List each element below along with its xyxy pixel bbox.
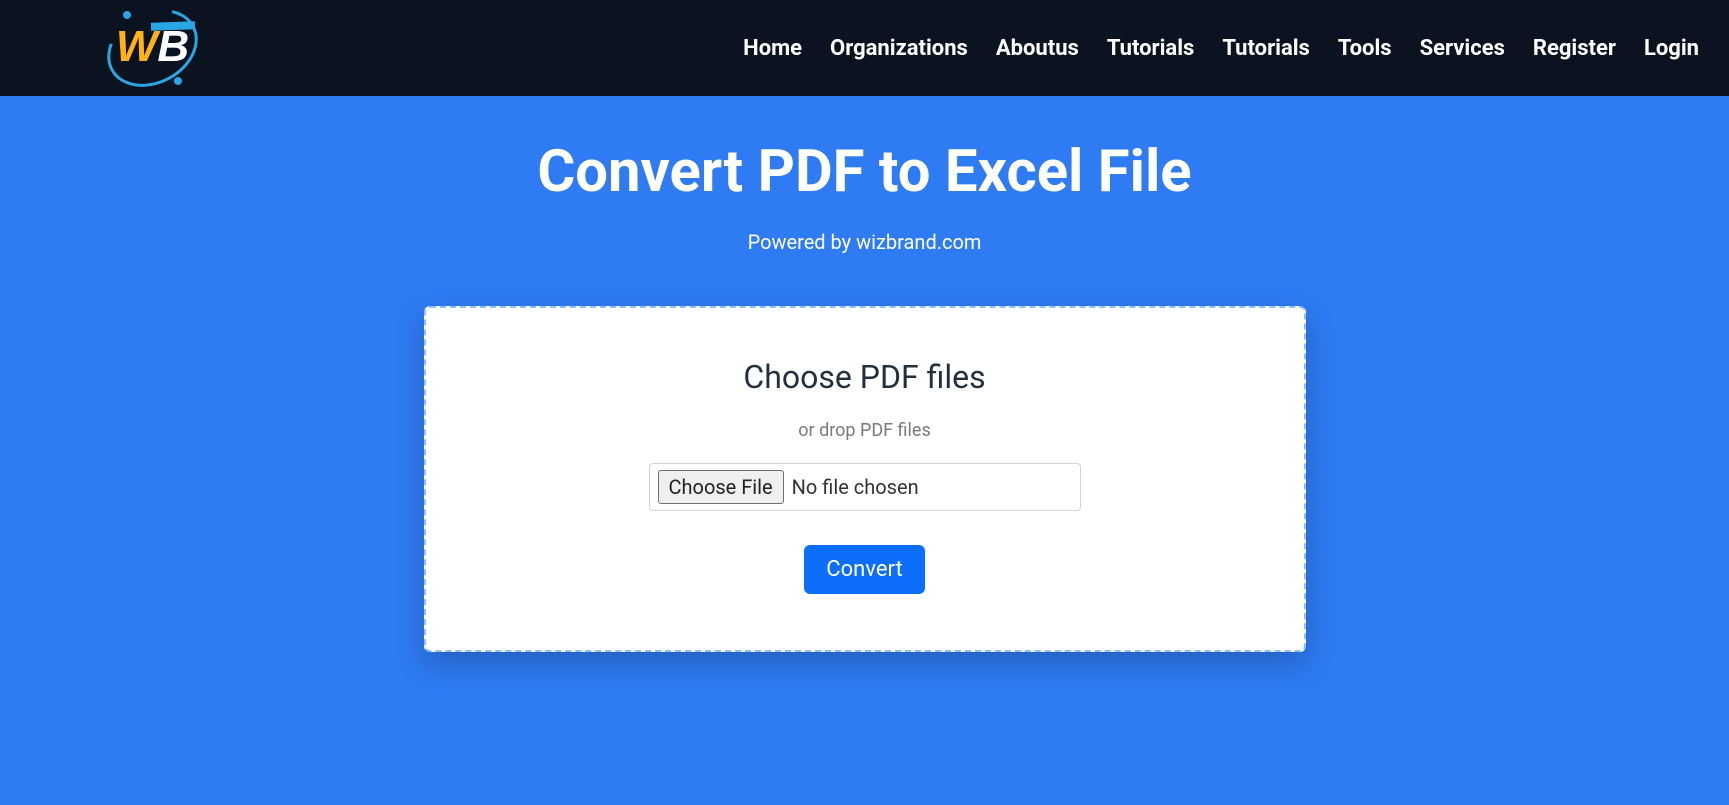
nav-tutorials-1[interactable]: Tutorials [1107,36,1195,61]
nav-register[interactable]: Register [1533,36,1616,61]
nav-services[interactable]: Services [1420,36,1505,61]
nav-aboutus[interactable]: Aboutus [996,36,1079,61]
nav-links: Home Organizations Aboutus Tutorials Tut… [743,36,1699,61]
card-heading: Choose PDF files [456,358,1274,396]
navbar: WB Home Organizations Aboutus Tutorials … [0,0,1729,96]
nav-login[interactable]: Login [1644,36,1699,61]
brand-logo[interactable]: WB [105,12,200,84]
nav-home[interactable]: Home [743,36,802,61]
nav-organizations[interactable]: Organizations [830,36,968,61]
convert-button[interactable]: Convert [804,545,924,594]
nav-tools[interactable]: Tools [1338,36,1392,61]
upload-card: Choose PDF files or drop PDF files Choos… [424,306,1306,652]
page-subtitle: Powered by wizbrand.com [0,230,1729,254]
card-subtext: or drop PDF files [456,420,1274,441]
page-title: Convert PDF to Excel File [0,138,1729,208]
file-status: No file chosen [792,475,919,499]
file-input[interactable]: Choose File No file chosen [649,463,1081,511]
hero: Convert PDF to Excel File Powered by wiz… [0,96,1729,254]
nav-tutorials-2[interactable]: Tutorials [1222,36,1310,61]
choose-file-button[interactable]: Choose File [658,470,784,504]
